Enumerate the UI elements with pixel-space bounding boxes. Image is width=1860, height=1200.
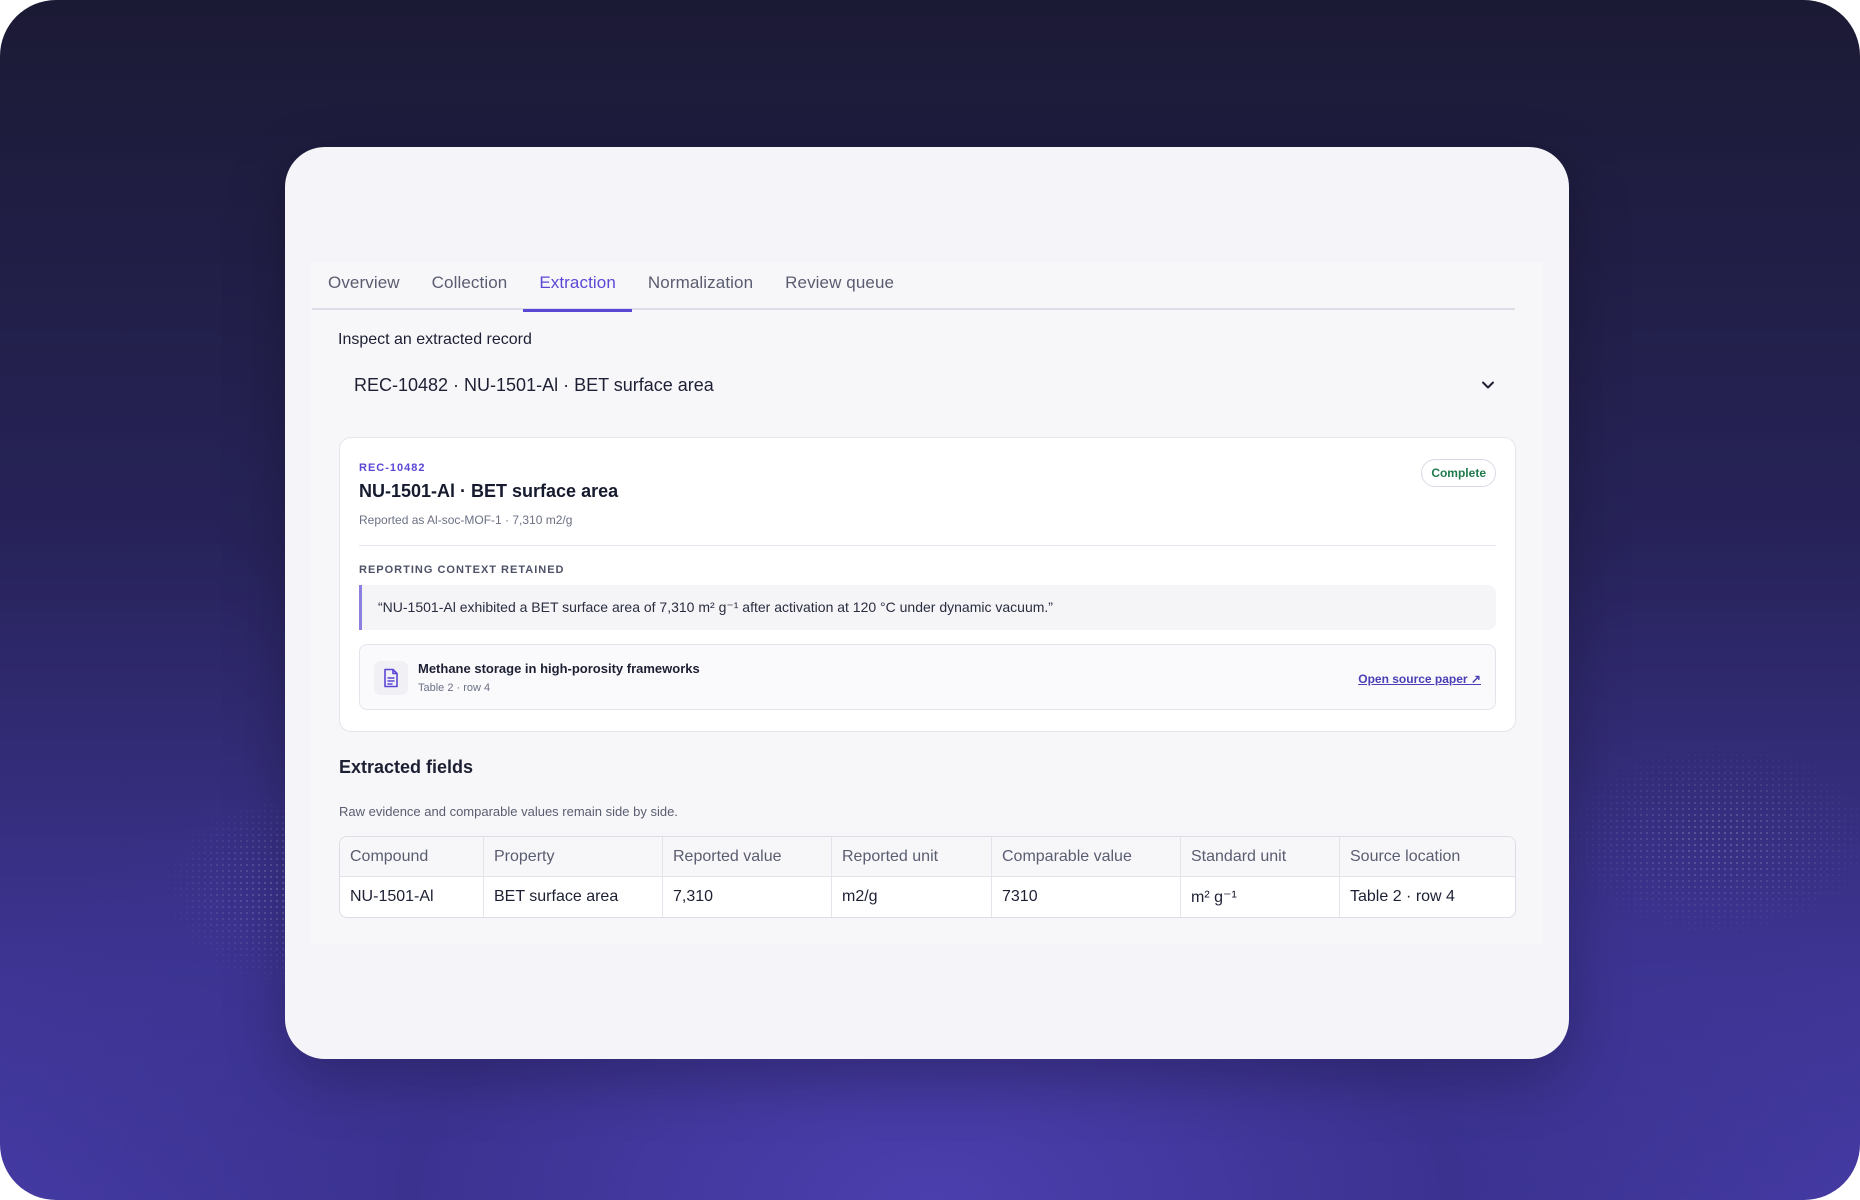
- source-location: Table 2 · row 4: [418, 682, 491, 694]
- table-header: Compound Property Reported value Reporte…: [340, 837, 1515, 878]
- chevron-down-icon: [1482, 381, 1494, 389]
- record-select-value: REC-10482 · NU-1501-Al · BET surface are…: [354, 374, 714, 395]
- context-label: REPORTING CONTEXT RETAINED: [359, 564, 565, 576]
- context-quote: “NU-1501-Al exhibited a BET surface area…: [359, 585, 1496, 630]
- table-cell: Table 2 · row 4: [1350, 888, 1455, 905]
- source-reference: Methane storage in high-porosity framewo…: [359, 644, 1496, 710]
- source-title: Methane storage in high-porosity framewo…: [418, 661, 700, 676]
- decorative-dots: [1560, 740, 1860, 940]
- column-header: Property: [484, 837, 663, 877]
- status-badge: Complete: [1421, 459, 1496, 487]
- record-title: NU-1501-Al · BET surface area: [359, 481, 619, 501]
- column-header: Comparable value: [992, 837, 1181, 877]
- table-cell: NU-1501-Al: [340, 877, 484, 917]
- tab-collection[interactable]: Collection: [416, 258, 524, 310]
- column-header: Reported value: [663, 837, 832, 877]
- section-subtitle: Raw evidence and comparable values remai…: [339, 804, 678, 819]
- table-cell: 7,310: [663, 877, 832, 917]
- document-icon: [374, 661, 408, 695]
- table-cell: BET surface area: [484, 877, 663, 917]
- table-cell: m² g⁻¹: [1181, 877, 1340, 917]
- column-header: Reported unit: [832, 837, 992, 877]
- divider: [359, 545, 1496, 546]
- tab-normalization[interactable]: Normalization: [632, 258, 769, 310]
- section-title: Extracted fields: [339, 757, 474, 777]
- column-header: Source location: [1350, 847, 1461, 865]
- extracted-fields-table: Compound Property Reported value Reporte…: [339, 836, 1516, 918]
- tab-overview[interactable]: Overview: [312, 258, 416, 310]
- record-card: REC-10482 NU-1501-Al · BET surface area …: [339, 437, 1516, 732]
- table-cell: 7310: [992, 877, 1181, 917]
- tab-bar: Overview Collection Extraction Normaliza…: [312, 258, 1515, 312]
- record-reported-as: Reported as Al-soc-MOF-1 · 7,310 m2/g: [359, 513, 573, 527]
- record-id: REC-10482: [359, 462, 426, 474]
- record-select[interactable]: REC-10482 · NU-1501-Al · BET surface are…: [338, 362, 1515, 408]
- table-cell: m2/g: [832, 877, 992, 917]
- open-source-paper-link[interactable]: Open source paper ↗: [1358, 672, 1481, 686]
- tab-review-queue[interactable]: Review queue: [769, 258, 910, 310]
- record-select-label: Inspect an extracted record: [338, 331, 532, 348]
- column-header: Standard unit: [1181, 837, 1340, 877]
- tab-extraction[interactable]: Extraction: [523, 258, 632, 312]
- table-row: NU-1501-Al BET surface area 7,310 m2/g 7…: [340, 877, 1515, 917]
- column-header: Compound: [340, 837, 484, 877]
